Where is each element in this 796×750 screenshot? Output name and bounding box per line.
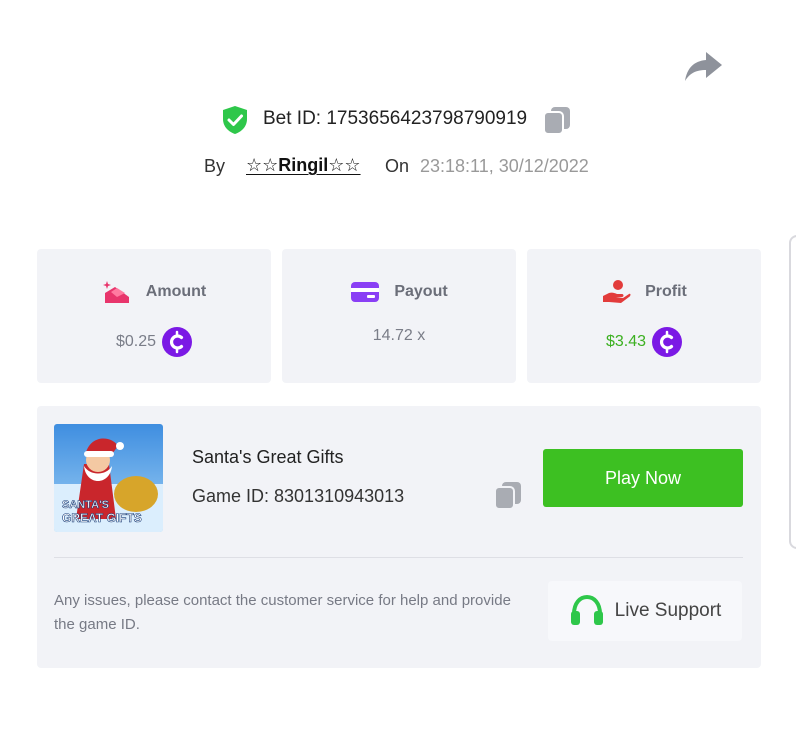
game-panel: SANTA'S GREAT GIFTS Santa's Great Gifts … [37,406,761,668]
coin-c-icon [162,327,193,357]
bet-id-row: Bet ID: 1753656423798790919 [0,100,796,138]
live-support-label: Live Support [614,600,722,621]
live-support-button[interactable]: Live Support [548,581,742,641]
on-label: On [385,156,410,176]
bet-id-text: Bet ID: 1753656423798790919 [263,108,528,129]
coin-c-icon [652,327,683,357]
profit-card: Profit $3.43 [527,249,761,383]
profit-value: $3.43 [605,333,647,350]
author-row: By ☆☆Ringil☆☆ On 23:18:11, 30/12/2022 [0,152,796,182]
play-now-button[interactable]: Play Now [543,449,743,507]
payout-card: Payout 14.72 x [282,249,516,383]
profit-label: Profit [645,283,687,300]
side-panel-edge [789,235,796,549]
amount-label: Amount [145,283,207,300]
game-name[interactable]: Santa's Great Gifts [192,447,344,468]
amount-icon [102,281,129,303]
thumbnail-title-line2: GREAT GIFTS [62,511,142,525]
amount-card: Amount $0.25 [37,249,271,383]
amount-value: $0.25 [115,333,157,350]
support-message: Any issues, please contact the customer … [54,592,511,633]
divider [54,557,743,558]
copy-icon[interactable] [492,479,524,511]
payout-label: Payout [394,283,448,300]
payout-card-icon [351,282,380,302]
shield-check-icon [223,106,247,134]
copy-icon[interactable] [541,104,573,136]
thumbnail-title-line1: SANTA'S [62,499,109,511]
profit-hand-icon [603,280,631,303]
payout-value: 14.72 x [372,327,426,344]
game-id-text: Game ID: 8301310943013 [192,486,405,506]
headset-icon [570,594,603,625]
username-link[interactable]: ☆☆Ringil☆☆ [246,155,361,176]
bet-timestamp: 23:18:11, 30/12/2022 [420,156,589,176]
by-label: By [204,156,226,176]
share-icon[interactable] [682,48,724,84]
game-thumbnail[interactable]: SANTA'S GREAT GIFTS [54,424,163,532]
